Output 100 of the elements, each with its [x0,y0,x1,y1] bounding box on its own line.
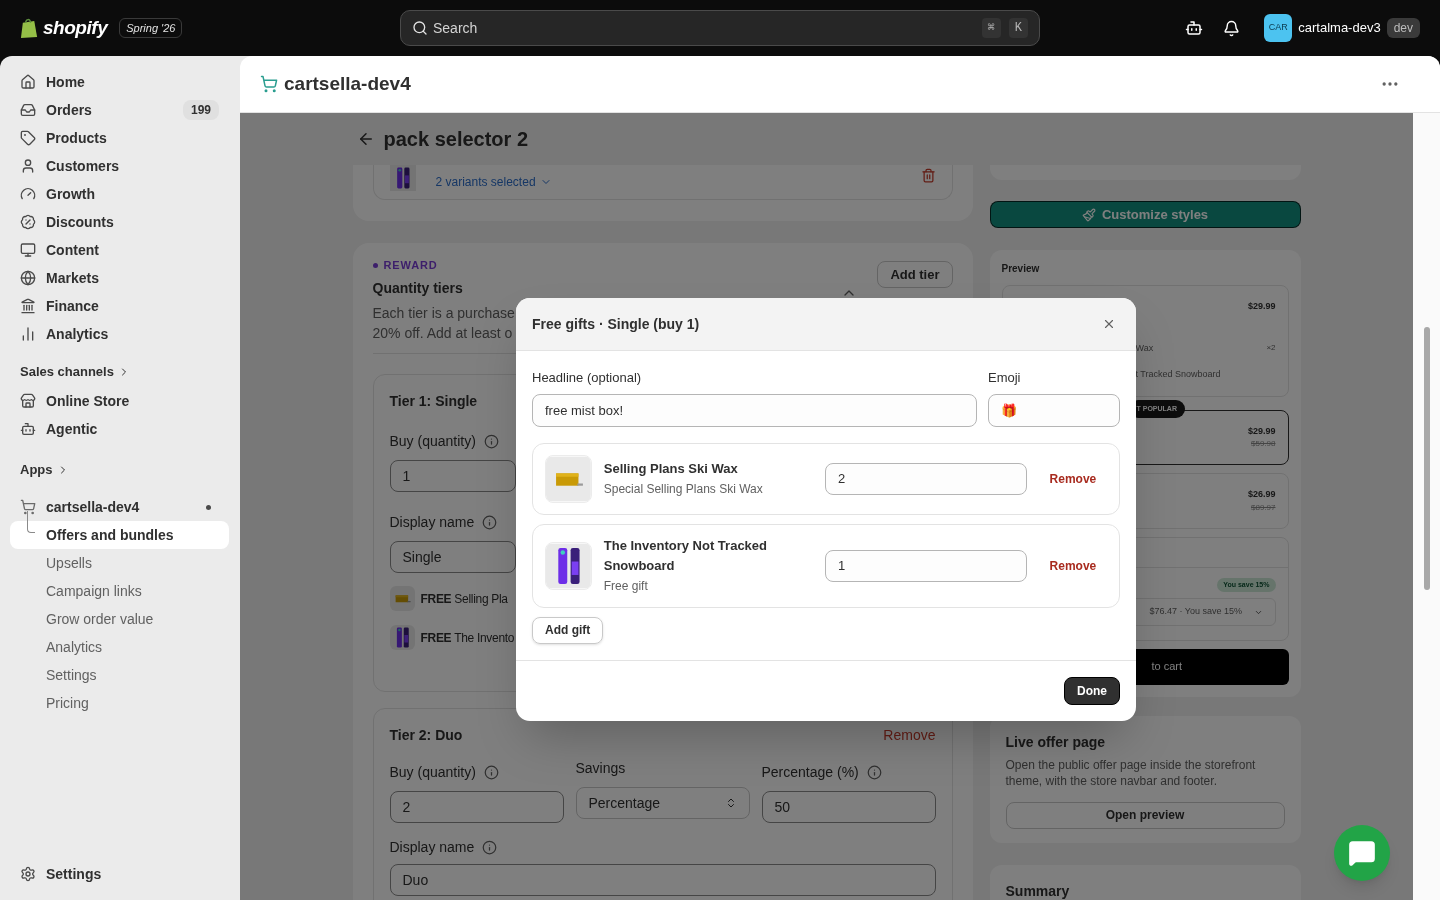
robot-icon[interactable] [1185,19,1204,37]
price-text: $29.99 [1247,424,1276,438]
gauge-icon [20,186,36,202]
store-icon [20,393,36,409]
nav-item[interactable]: Finance [10,292,229,320]
gift-text: FREE The Invento [420,629,515,647]
shortcut-key: K [1008,18,1028,38]
shopping-bag-icon [20,17,39,39]
field-label: Headline (optional) [532,369,643,387]
info-icon[interactable] [483,434,499,449]
count-badge: 199 [182,100,219,120]
field-label: Buy (quantity) [389,763,476,782]
gift-subtitle: Special Selling Plans Ski Wax [603,480,764,498]
section-title: Quantity tiers [372,278,463,298]
nav-item[interactable]: Home [10,68,229,96]
emoji-input[interactable]: 🎁 [988,393,1120,427]
field-label: Savings [575,759,626,778]
field-label: Display name [389,838,475,857]
cart-icon [260,75,278,93]
search-icon [412,20,428,36]
store-name[interactable]: cartalma-dev3 [1298,18,1381,38]
add-gift-button[interactable]: Add gift [532,616,604,644]
info-icon[interactable] [482,840,498,855]
sub-nav-item[interactable]: Grow order value [10,605,229,633]
inbox-icon [20,102,36,118]
info-icon[interactable] [482,515,498,530]
savings-select[interactable]: Percentage [575,787,750,819]
line-item-text: Wax [1135,341,1154,355]
done-button[interactable]: Done [1064,676,1120,705]
sub-nav-item[interactable]: Upsells [10,549,229,577]
quantity-input[interactable]: 1 [389,460,516,492]
price-text: $26.99 [1247,488,1276,501]
tag-icon [20,130,36,146]
description-text: 20% off. Add at least o [372,324,513,343]
sub-nav-item[interactable]: Pricing [10,689,229,717]
settings-icon [20,866,36,882]
section-eyebrow: REWARD [383,258,438,273]
section-link[interactable]: Sales channels [20,362,130,382]
section-link[interactable]: Apps [20,460,69,480]
number-input[interactable]: 50 [761,791,936,823]
bell-icon[interactable] [1223,19,1241,37]
avatar[interactable]: CAR [1264,14,1293,42]
nav-item[interactable]: Markets [10,264,229,292]
nav-item[interactable]: Discounts [10,208,229,236]
dialog-title: Free gifts · Single (buy 1) [532,314,701,334]
gift-title: Selling Plans Ski Wax [603,459,739,478]
add-tier-button[interactable]: Add tier [877,261,953,288]
number-input[interactable]: 2 [389,791,564,823]
brush-icon [1081,207,1096,222]
nav-item[interactable]: Content [10,236,229,264]
quantity-text: ×2 [1266,342,1276,355]
nav-item[interactable]: Products [10,124,229,152]
field-label: Buy (quantity) [389,432,476,451]
nav-item[interactable]: Growth [10,180,229,208]
dev-badge: dev [1386,18,1420,38]
gift-subtitle: Free gift [603,577,649,595]
tier-title: Tier 2: Duo [389,726,464,745]
nav-item[interactable]: Analytics [10,320,229,348]
sub-nav-item[interactable]: Offers and bundles [10,521,229,549]
name-input[interactable]: Duo [389,864,936,896]
sub-nav-item[interactable]: Analytics [10,633,229,661]
quantity-input[interactable]: 1 [824,549,1027,582]
card-description: Open the public offer page inside the storefront theme, with the store navbar and footer. [1005,756,1257,789]
card-title: Live offer page [1005,732,1106,752]
cart-icon [20,499,36,515]
home-icon [20,74,36,90]
compare-price: $89.97 [1251,501,1276,514]
nav-item[interactable]: Agentic [10,415,229,443]
compare-price: $59.98 [1251,438,1276,450]
gift-title: The Inventory Not Tracked Snowboard [603,536,768,575]
sub-nav-item[interactable]: Campaign links [10,577,229,605]
description-text: Each tier is a purchase [372,304,515,323]
globe-icon [20,270,36,286]
card-title: Preview [1001,262,1040,276]
monitor-icon [20,242,36,258]
tier-title: Tier 1: Single [389,392,478,411]
nav-item[interactable]: Settings [10,860,229,888]
info-icon[interactable] [483,765,499,780]
quantity-input[interactable]: 2 [824,462,1027,495]
nav-item[interactable]: Orders 199 [10,96,229,124]
person-icon [20,158,36,174]
info-icon[interactable] [866,765,882,780]
open-preview-button[interactable]: Open preview [1005,801,1285,829]
trash-icon[interactable] [920,167,936,183]
card-title: Summary [1005,881,1070,900]
remove-button[interactable]: Remove [1038,556,1107,575]
close-icon[interactable] [1102,317,1116,331]
scrollbar-thumb[interactable] [1423,327,1430,590]
nav-item[interactable]: Customers [10,152,229,180]
headline-input[interactable]: free mist box! [532,393,977,427]
edition-badge: Spring '26 [119,17,183,39]
bank-icon [20,298,36,314]
robot-icon [20,421,36,437]
line-item-text: t Tracked Snowboard [1135,368,1221,381]
field-label: Percentage (%) [761,763,859,782]
name-input[interactable]: Single [389,541,516,573]
nav-item[interactable]: cartsella-dev4 [10,493,229,521]
sub-nav-item[interactable]: Settings [10,661,229,689]
nav-item[interactable]: Online Store [10,387,229,415]
price-text: $29.99 [1247,300,1276,313]
